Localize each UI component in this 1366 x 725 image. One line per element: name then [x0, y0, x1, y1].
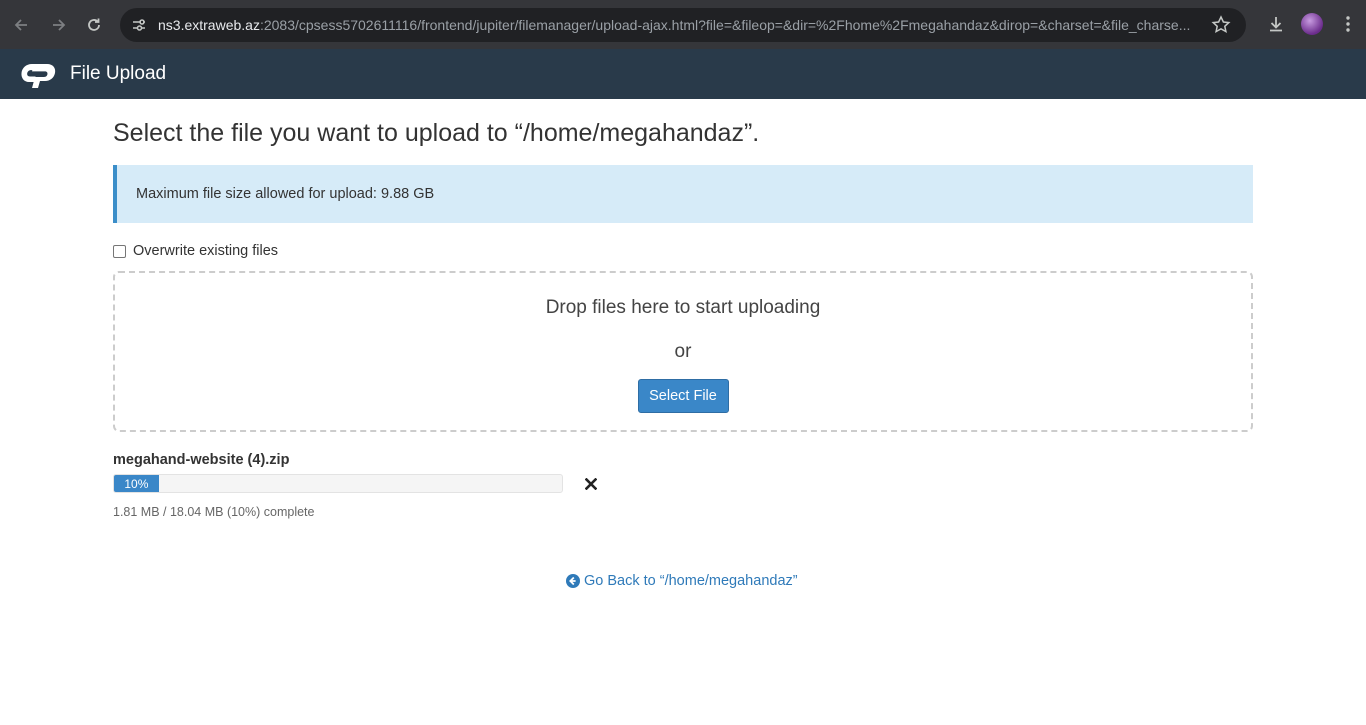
- url-host: ns3.extraweb.az: [158, 17, 260, 33]
- forward-button[interactable]: [40, 7, 76, 43]
- bookmark-star-icon[interactable]: [1210, 14, 1232, 36]
- profile-avatar[interactable]: [1294, 6, 1330, 42]
- progress-row: 10%: [113, 474, 1253, 493]
- cancel-upload-button[interactable]: [584, 477, 598, 491]
- page-title: Select the file you want to upload to “/…: [113, 119, 760, 147]
- url-path: :2083/cpsess5702611116/frontend/jupiter/…: [259, 17, 1191, 33]
- url-text[interactable]: ns3.extraweb.az:2083/cpsess5702611116/fr…: [158, 17, 1203, 33]
- address-bar[interactable]: ns3.extraweb.az:2083/cpsess5702611116/fr…: [120, 8, 1246, 42]
- reload-button[interactable]: [76, 7, 112, 43]
- menu-kebab-icon[interactable]: [1330, 6, 1366, 42]
- site-info-icon[interactable]: [128, 14, 150, 36]
- browser-actions: [1258, 6, 1366, 42]
- app-header: File Upload: [0, 49, 1366, 99]
- upload-progress-bar: 10%: [113, 474, 563, 493]
- arrow-right-icon: [53, 18, 66, 31]
- max-size-text: Maximum file size allowed for upload: 9.…: [136, 186, 435, 202]
- main-content: Select the file you want to upload to “/…: [113, 99, 1253, 519]
- overwrite-option[interactable]: Overwrite existing files: [113, 243, 1253, 259]
- upload-item: megahand-website (4).zip 10% 1.81 MB / 1…: [113, 452, 1253, 519]
- arrow-circle-left-icon: [566, 574, 580, 588]
- select-file-button[interactable]: Select File: [637, 379, 729, 413]
- upload-file-name: megahand-website (4).zip: [113, 452, 290, 468]
- reload-icon: [88, 18, 100, 31]
- or-text: or: [674, 341, 692, 362]
- go-back-link[interactable]: Go Back to “/home/megahandaz”: [566, 573, 798, 589]
- max-size-info: Maximum file size allowed for upload: 9.…: [113, 165, 1253, 223]
- drop-text: Drop files here to start uploading: [545, 297, 821, 318]
- browser-toolbar: ns3.extraweb.az:2083/cpsess5702611116/fr…: [0, 0, 1366, 49]
- upload-status: 1.81 MB / 18.04 MB (10%) complete: [113, 505, 315, 519]
- drop-zone[interactable]: Drop files here to start uploading or Se…: [113, 271, 1253, 432]
- download-icon[interactable]: [1258, 6, 1294, 42]
- go-back-label[interactable]: Go Back to “/home/megahandaz”: [584, 573, 798, 589]
- avatar: [1301, 13, 1323, 35]
- overwrite-checkbox[interactable]: [113, 244, 126, 258]
- arrow-left-icon: [14, 18, 27, 31]
- overwrite-label[interactable]: Overwrite existing files: [133, 243, 278, 259]
- back-button[interactable]: [4, 7, 40, 43]
- upload-progress-fill: 10%: [114, 475, 159, 492]
- close-icon: [585, 477, 597, 490]
- page-header-title: File Upload: [70, 63, 167, 84]
- cpanel-logo-icon[interactable]: [20, 58, 66, 90]
